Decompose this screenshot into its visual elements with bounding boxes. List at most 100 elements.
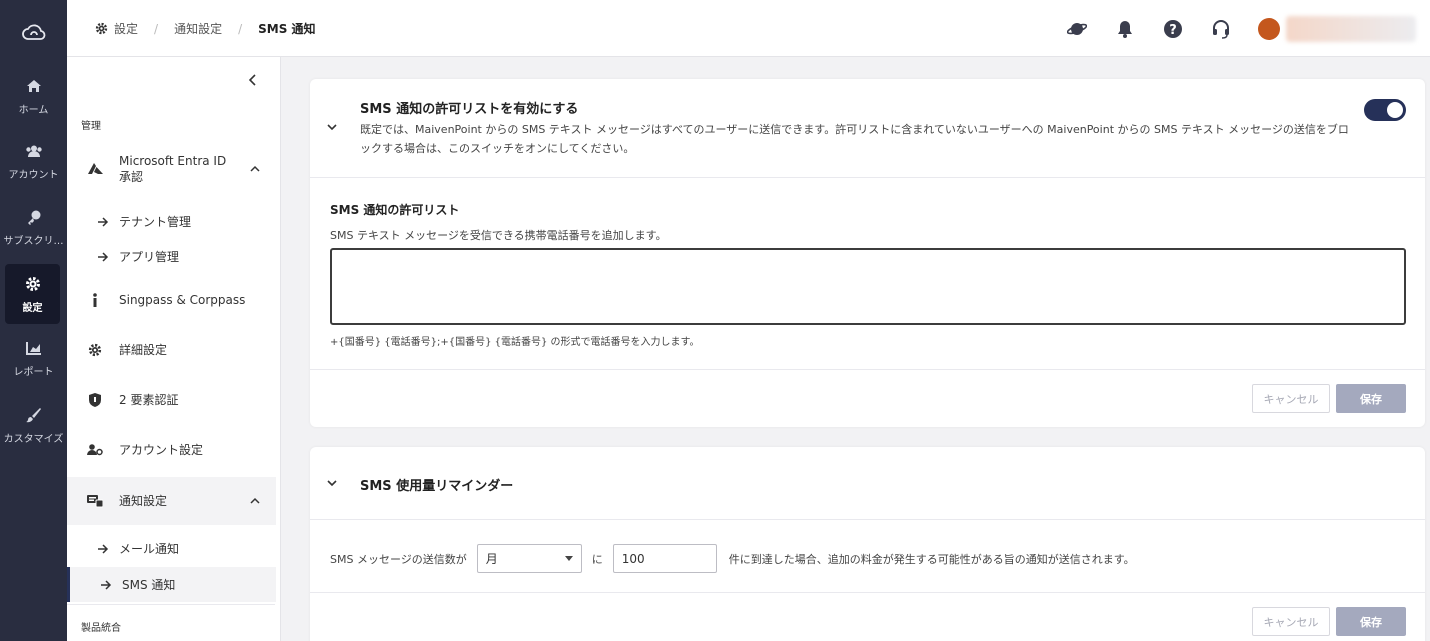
- rail-label: ホーム: [18, 104, 49, 116]
- nav-item-label: アカウント設定: [119, 443, 204, 457]
- nav-item-sms-notification[interactable]: SMS 通知: [67, 567, 276, 602]
- phone-number-textarea[interactable]: [330, 248, 1406, 325]
- arrow-right-icon: [95, 541, 111, 557]
- nav-item-mail-notification[interactable]: メール通知: [67, 539, 276, 559]
- rail-label: アカウント: [8, 169, 59, 181]
- breadcrumb-separator: /: [154, 21, 159, 36]
- nav-item-account-settings[interactable]: アカウント設定: [67, 440, 276, 460]
- nav-item-label: アプリ管理: [119, 250, 180, 264]
- breadcrumb-notification-settings[interactable]: 通知設定: [174, 20, 222, 37]
- key-icon: [25, 208, 43, 226]
- allowlist-title: SMS 通知の許可リスト: [330, 203, 460, 217]
- settings-sidebar: 管理 Microsoft Entra ID 承認 テナント管理 アプリ管理 Si…: [67, 57, 281, 641]
- headset-icon[interactable]: [1210, 18, 1232, 40]
- count-input[interactable]: 100: [612, 544, 717, 573]
- info-icon: [87, 292, 103, 308]
- home-icon: [25, 77, 43, 95]
- nav-item-2fa[interactable]: 2 要素認証: [67, 390, 276, 410]
- nav-item-label: 2 要素認証: [119, 393, 179, 407]
- usage-reminder-title: SMS 使用量リマインダー: [360, 479, 514, 494]
- reminder-suffix: 件に到達した場合、追加の料金が発生する可能性がある旨の通知が送信されます。: [728, 552, 1135, 566]
- period-select-value: 月: [485, 552, 498, 566]
- rail-label: サブスクリ…: [3, 235, 64, 247]
- svg-text:?: ?: [1169, 23, 1177, 38]
- nav-item-notification-settings[interactable]: 通知設定: [67, 477, 276, 525]
- arrow-right-icon: [98, 577, 114, 593]
- cancel-button[interactable]: キャンセル: [1252, 607, 1330, 636]
- azure-icon: [87, 161, 103, 177]
- rail-item-account[interactable]: アカウント: [0, 131, 67, 191]
- card-divider: [310, 177, 1425, 178]
- reminder-ni: に: [591, 552, 603, 566]
- gear-icon: [24, 275, 42, 293]
- top-header: 設定 / 通知設定 / SMS 通知 ?: [67, 0, 1430, 57]
- help-icon[interactable]: ?: [1162, 18, 1184, 40]
- chevron-down-icon[interactable]: [326, 477, 338, 489]
- nav-item-app[interactable]: アプリ管理: [67, 247, 276, 267]
- brush-icon: [25, 406, 43, 424]
- nav-item-label: Microsoft Entra ID 承認: [119, 154, 227, 184]
- nav-item-entra[interactable]: Microsoft Entra ID 承認: [67, 144, 276, 194]
- user-name-blurred[interactable]: [1286, 15, 1416, 42]
- nav-item-label: テナント管理: [119, 215, 192, 229]
- breadcrumb-settings[interactable]: 設定: [114, 20, 138, 37]
- header-icons: ?: [1066, 0, 1430, 57]
- nav-item-tenant[interactable]: テナント管理: [67, 212, 276, 232]
- nav-divider: [67, 604, 275, 605]
- card-divider: [310, 519, 1425, 520]
- period-select[interactable]: 月: [476, 544, 582, 573]
- allowlist-toggle[interactable]: [1364, 99, 1406, 121]
- section-label-products: 製品統合: [81, 623, 121, 634]
- breadcrumb-current: SMS 通知: [258, 22, 316, 36]
- cloud-logo-icon[interactable]: [0, 18, 67, 48]
- user-gear-icon: [87, 442, 103, 458]
- rail-item-subscription[interactable]: サブスクリ…: [0, 197, 67, 257]
- format-hint: +{国番号} {電話番号};+{国番号} {電話番号} の形式で電話番号を入力し…: [330, 337, 700, 348]
- breadcrumb: 設定 / 通知設定 / SMS 通知: [95, 20, 316, 37]
- app-rail: ホーム アカウント サブスクリ… 設定 レポート カスタマイズ: [0, 0, 67, 641]
- card-divider: [310, 369, 1425, 370]
- nav-item-label: Singpass & Corppass: [119, 293, 246, 307]
- allowlist-toggle-title: SMS 通知の許可リストを有効にする: [360, 102, 579, 117]
- chevron-down-icon[interactable]: [326, 121, 338, 133]
- arrow-right-icon: [95, 214, 111, 230]
- allowlist-card: SMS 通知の許可リストを有効にする 既定では、MaivenPoint からの …: [310, 79, 1425, 427]
- usage-reminder-card: SMS 使用量リマインダー SMS メッセージの送信数が 月 に 100 件に到…: [310, 447, 1425, 641]
- chevron-up-icon: [250, 497, 260, 504]
- cancel-button[interactable]: キャンセル: [1252, 384, 1330, 413]
- card-divider: [310, 592, 1425, 593]
- rail-item-home[interactable]: ホーム: [0, 66, 67, 126]
- users-icon: [25, 142, 43, 160]
- planet-icon[interactable]: [1066, 18, 1088, 40]
- nav-item-label: SMS 通知: [122, 577, 176, 592]
- gear-icon: [87, 342, 103, 358]
- rail-label: レポート: [13, 366, 54, 378]
- section-label-manage: 管理: [81, 121, 101, 132]
- reminder-sentence: SMS メッセージの送信数が 月 に 100 件に到達した場合、追加の料金が発生…: [330, 544, 1135, 573]
- save-button[interactable]: 保存: [1336, 607, 1406, 636]
- chart-icon: [25, 339, 43, 357]
- chevron-up-icon: [250, 165, 260, 172]
- shield-icon: [87, 392, 103, 408]
- bell-icon[interactable]: [1114, 18, 1136, 40]
- allowlist-hint: SMS テキスト メッセージを受信できる携帯電話番号を追加します。: [330, 229, 667, 242]
- nav-item-advanced[interactable]: 詳細設定: [67, 340, 276, 360]
- rail-item-reports[interactable]: レポート: [0, 328, 67, 388]
- save-button[interactable]: 保存: [1336, 384, 1406, 413]
- caret-down-icon: [564, 556, 573, 561]
- breadcrumb-separator: /: [238, 21, 243, 36]
- nav-item-label: メール通知: [119, 542, 180, 556]
- reminder-prefix: SMS メッセージの送信数が: [330, 552, 467, 566]
- avatar[interactable]: [1258, 17, 1280, 40]
- rail-label: 設定: [22, 302, 43, 314]
- gear-icon: [95, 22, 108, 35]
- nav-item-singpass[interactable]: Singpass & Corppass: [67, 290, 276, 310]
- chevron-left-icon: [249, 74, 256, 86]
- nav-item-label: 通知設定: [119, 494, 168, 508]
- collapse-sidebar-button[interactable]: [243, 70, 263, 90]
- nav-item-label: 詳細設定: [119, 343, 168, 357]
- rail-item-customize[interactable]: カスタマイズ: [0, 395, 67, 455]
- rail-item-settings[interactable]: 設定: [5, 264, 60, 324]
- rail-label: カスタマイズ: [3, 433, 64, 445]
- arrow-right-icon: [95, 249, 111, 265]
